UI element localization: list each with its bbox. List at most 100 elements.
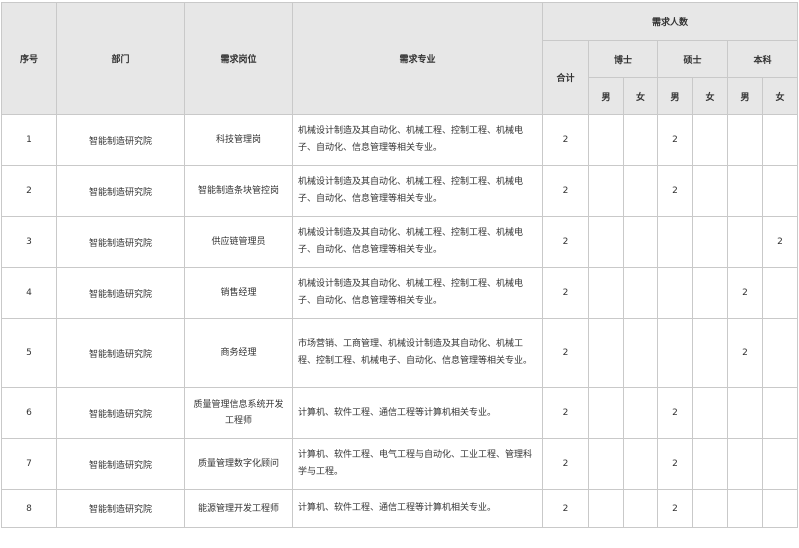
header-master-female: 女	[692, 77, 728, 115]
cell-total: 2	[542, 165, 589, 217]
cell-position: 质量管理信息系统开发工程师	[184, 387, 293, 439]
cell-position: 质量管理数字化顾问	[184, 438, 293, 490]
cell-bachelor-male	[727, 438, 763, 490]
cell-major: 机械设计制造及其自动化、机械工程、控制工程、机械电子、自动化、信息管理等相关专业…	[292, 114, 543, 166]
cell-bachelor-female	[761, 267, 799, 319]
cell-phd-female	[623, 216, 658, 268]
table-row: 1 智能制造研究院 科技管理岗 机械设计制造及其自动化、机械工程、控制工程、机械…	[1, 114, 799, 166]
cell-master-male: 2	[657, 114, 693, 166]
cell-master-female	[692, 438, 728, 490]
cell-bachelor-male	[727, 489, 763, 528]
cell-bachelor-male: 2	[727, 318, 763, 388]
cell-bachelor-female	[761, 489, 799, 528]
cell-master-male	[657, 318, 693, 388]
cell-master-female	[692, 165, 728, 217]
cell-dept: 智能制造研究院	[56, 387, 185, 439]
cell-dept: 智能制造研究院	[56, 489, 185, 528]
cell-master-female	[692, 267, 728, 319]
cell-phd-male	[588, 114, 624, 166]
cell-seq: 7	[1, 438, 57, 490]
cell-position: 商务经理	[184, 318, 293, 388]
cell-master-female	[692, 114, 728, 166]
cell-phd-male	[588, 267, 624, 319]
cell-bachelor-male	[727, 387, 763, 439]
cell-master-female	[692, 489, 728, 528]
cell-master-male	[657, 267, 693, 319]
cell-total: 2	[542, 438, 589, 490]
header-position: 需求岗位	[184, 2, 293, 115]
cell-total: 2	[542, 387, 589, 439]
cell-phd-female	[623, 489, 658, 528]
table-row: 8 智能制造研究院 能源管理开发工程师 计算机、软件工程、通信工程等计算机相关专…	[1, 489, 799, 528]
cell-dept: 智能制造研究院	[56, 114, 185, 166]
cell-major: 机械设计制造及其自动化、机械工程、控制工程、机械电子、自动化、信息管理等相关专业…	[292, 267, 543, 319]
cell-dept: 智能制造研究院	[56, 165, 185, 217]
header-dept: 部门	[56, 2, 185, 115]
cell-phd-male	[588, 165, 624, 217]
cell-position: 科技管理岗	[184, 114, 293, 166]
cell-bachelor-female	[761, 318, 799, 388]
cell-master-male: 2	[657, 387, 693, 439]
header-total: 合计	[542, 40, 589, 115]
cell-dept: 智能制造研究院	[56, 438, 185, 490]
cell-phd-male	[588, 438, 624, 490]
cell-seq: 5	[1, 318, 57, 388]
cell-total: 2	[542, 318, 589, 388]
cell-total: 2	[542, 489, 589, 528]
cell-phd-female	[623, 438, 658, 490]
cell-major: 机械设计制造及其自动化、机械工程、控制工程、机械电子、自动化、信息管理等相关专业…	[292, 165, 543, 217]
header-bachelor: 本科	[726, 40, 799, 78]
cell-major: 计算机、软件工程、通信工程等计算机相关专业。	[292, 489, 543, 528]
cell-major: 市场营销、工商管理、机械设计制造及其自动化、机械工程、控制工程、机械电子、自动化…	[292, 318, 543, 388]
cell-total: 2	[542, 216, 589, 268]
cell-phd-male	[588, 318, 624, 388]
header-phd-male: 男	[588, 77, 624, 115]
header-phd: 博士	[588, 40, 658, 78]
cell-seq: 2	[1, 165, 57, 217]
cell-total: 2	[542, 114, 589, 166]
cell-position: 智能制造条块管控岗	[184, 165, 293, 217]
header-seq: 序号	[1, 2, 57, 115]
cell-phd-male	[588, 387, 624, 439]
header-master-male: 男	[657, 77, 693, 115]
cell-major: 计算机、软件工程、通信工程等计算机相关专业。	[292, 387, 543, 439]
cell-total: 2	[542, 267, 589, 319]
cell-major: 计算机、软件工程、电气工程与自动化、工业工程、管理科学与工程。	[292, 438, 543, 490]
cell-bachelor-male	[727, 216, 763, 268]
table-row: 7 智能制造研究院 质量管理数字化顾问 计算机、软件工程、电气工程与自动化、工业…	[1, 438, 799, 490]
cell-position: 供应链管理员	[184, 216, 293, 268]
table-body: 1 智能制造研究院 科技管理岗 机械设计制造及其自动化、机械工程、控制工程、机械…	[1, 114, 799, 528]
header-bachelor-male: 男	[727, 77, 763, 115]
cell-phd-female	[623, 165, 658, 217]
cell-major: 机械设计制造及其自动化、机械工程、控制工程、机械电子、自动化、信息管理等相关专业…	[292, 216, 543, 268]
cell-position: 销售经理	[184, 267, 293, 319]
cell-bachelor-female	[761, 165, 799, 217]
cell-dept: 智能制造研究院	[56, 318, 185, 388]
cell-master-male: 2	[657, 438, 693, 490]
cell-dept: 智能制造研究院	[56, 267, 185, 319]
cell-phd-female	[623, 267, 658, 319]
header-demand: 需求人数	[541, 2, 799, 41]
cell-position: 能源管理开发工程师	[184, 489, 293, 528]
cell-seq: 1	[1, 114, 57, 166]
cell-master-male: 2	[657, 165, 693, 217]
cell-bachelor-male: 2	[727, 267, 763, 319]
cell-bachelor-female	[761, 387, 799, 439]
cell-seq: 3	[1, 216, 57, 268]
cell-master-male	[657, 216, 693, 268]
table-row: 2 智能制造研究院 智能制造条块管控岗 机械设计制造及其自动化、机械工程、控制工…	[1, 165, 799, 217]
cell-master-female	[692, 318, 728, 388]
cell-phd-female	[623, 387, 658, 439]
cell-bachelor-male	[727, 114, 763, 166]
cell-phd-male	[588, 216, 624, 268]
cell-seq: 4	[1, 267, 57, 319]
cell-seq: 8	[1, 489, 57, 528]
header-bachelor-female: 女	[761, 77, 799, 115]
table-row: 6 智能制造研究院 质量管理信息系统开发工程师 计算机、软件工程、通信工程等计算…	[1, 387, 799, 439]
cell-dept: 智能制造研究院	[56, 216, 185, 268]
table-row: 5 智能制造研究院 商务经理 市场营销、工商管理、机械设计制造及其自动化、机械工…	[1, 318, 799, 388]
recruitment-table: 序号 部门 需求岗位 需求专业 需求人数 合计 博士 硕士 本科 男 女 男 女…	[1, 2, 799, 528]
cell-bachelor-female	[761, 438, 799, 490]
cell-master-male: 2	[657, 489, 693, 528]
cell-phd-female	[623, 114, 658, 166]
